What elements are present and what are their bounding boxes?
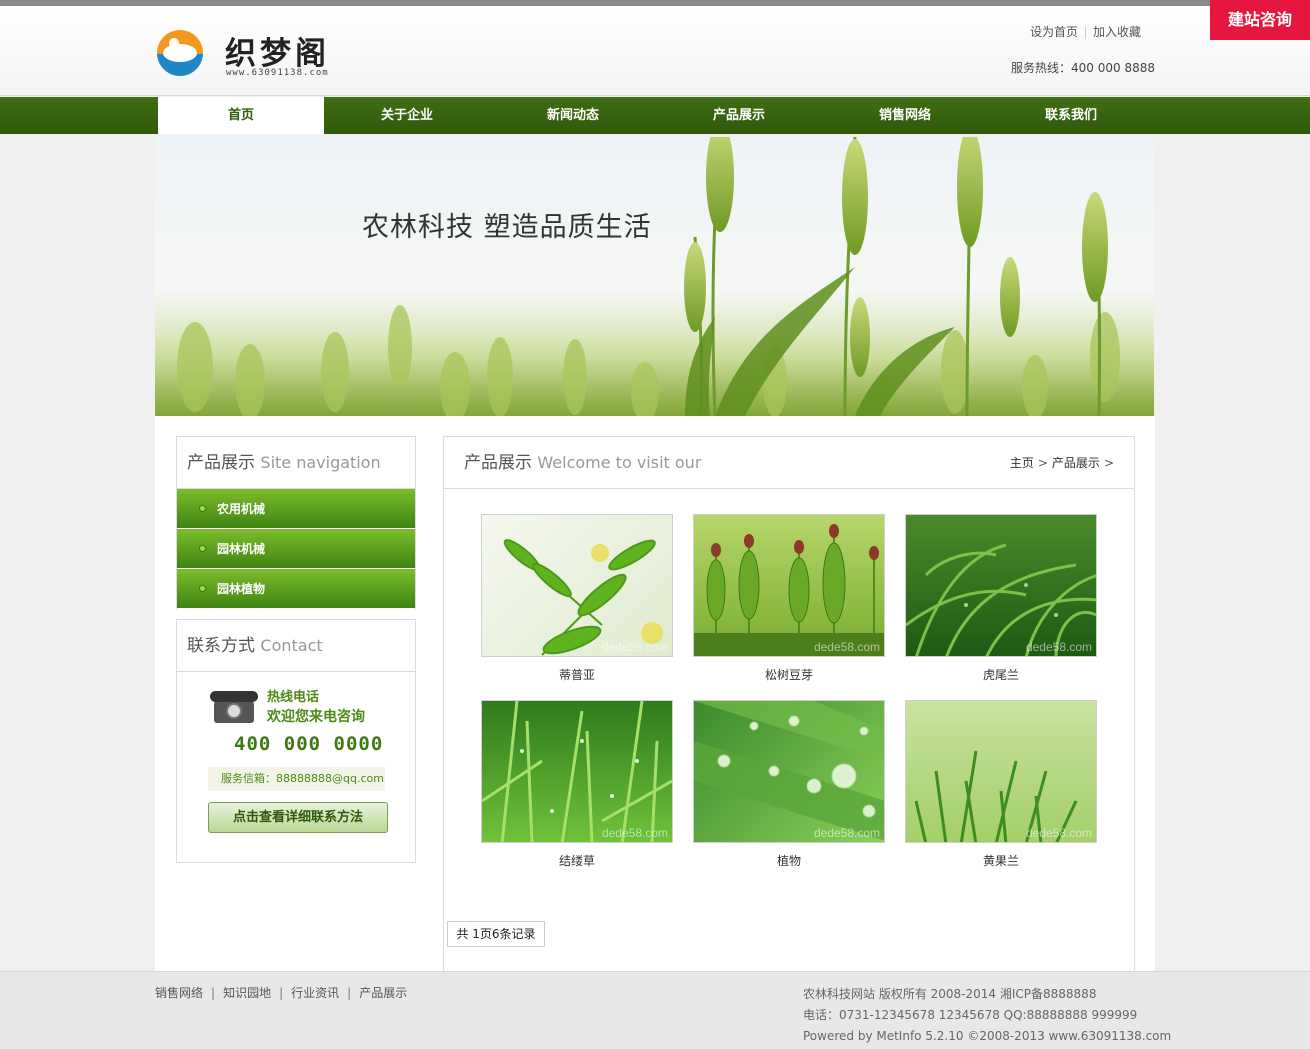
product-card: dede58.com 植物 bbox=[693, 700, 885, 869]
sidebar-item-label: 园林植物 bbox=[217, 582, 266, 596]
logo-emblem-icon bbox=[157, 30, 203, 76]
logo-title: 织梦阁 bbox=[225, 36, 330, 72]
footer-link-industry[interactable]: 行业资讯 bbox=[291, 986, 339, 1000]
top-links: 设为首页 加入收藏 bbox=[1030, 23, 1141, 40]
product-panel-title-cn: 产品展示 bbox=[464, 453, 532, 473]
sidebar-item-garden-plants[interactable]: 园林植物 bbox=[177, 569, 415, 609]
image-watermark: dede58.com bbox=[813, 640, 880, 654]
image-watermark: dede58.com bbox=[1025, 826, 1092, 840]
nav-item-home[interactable]: 首页 bbox=[158, 97, 324, 134]
breadcrumb-products-link[interactable]: 产品展示 bbox=[1052, 456, 1100, 470]
nav-item-news[interactable]: 新闻动态 bbox=[490, 97, 656, 134]
contact-title-cn: 联系方式 bbox=[187, 636, 255, 656]
footer-link-knowledge[interactable]: 知识园地 bbox=[223, 986, 271, 1000]
bullet-icon bbox=[199, 545, 206, 552]
product-nav-title-en: Site navigation bbox=[260, 453, 381, 472]
product-card: dede58.com 蒂普亚 bbox=[481, 514, 673, 683]
sidebar-item-label: 园林机械 bbox=[217, 542, 266, 556]
product-nav-title: 产品展示 Site navigation bbox=[177, 437, 415, 489]
breadcrumb-home-link[interactable]: 主页 bbox=[1010, 456, 1034, 470]
product-image[interactable]: dede58.com bbox=[905, 514, 1097, 657]
footer-link-sales[interactable]: 销售网络 bbox=[155, 986, 203, 1000]
image-watermark: dede58.com bbox=[601, 640, 668, 654]
hotline-number: 400 000 0000 bbox=[234, 733, 384, 755]
footer-link-products[interactable]: 产品展示 bbox=[359, 986, 407, 1000]
product-name[interactable]: 虎尾兰 bbox=[905, 666, 1097, 683]
image-watermark: dede58.com bbox=[1025, 640, 1092, 654]
product-image[interactable]: dede58.com bbox=[693, 700, 885, 843]
product-name[interactable]: 结缕草 bbox=[481, 852, 673, 869]
contact-details-button[interactable]: 点击查看详细联系方法 bbox=[208, 802, 388, 833]
product-card: dede58.com 松树豆芽 bbox=[693, 514, 885, 683]
site-header: 织梦阁 www.63091138.com 设为首页 加入收藏 服务热线：400 0… bbox=[0, 6, 1310, 96]
nav-item-products[interactable]: 产品展示 bbox=[656, 97, 822, 134]
footer-links: 销售网络 | 知识园地 | 行业资讯 | 产品展示 bbox=[155, 986, 408, 1000]
sidebar-item-label: 农用机械 bbox=[217, 502, 266, 516]
main-nav: 首页 关于企业 新闻动态 产品展示 销售网络 联系我们 bbox=[0, 97, 1310, 134]
hero-banner: 农林科技 塑造品质生活 bbox=[155, 137, 1154, 416]
product-nav-title-cn: 产品展示 bbox=[187, 453, 255, 473]
product-name[interactable]: 蒂普亚 bbox=[481, 666, 673, 683]
main-content-area: 产品展示 Site navigation 农用机械 园林机械 园林植物 联系方式… bbox=[155, 416, 1155, 971]
nav-item-about[interactable]: 关于企业 bbox=[324, 97, 490, 134]
footer-contact: 电话：0731-12345678 12345678 QQ:88888888 99… bbox=[803, 1008, 1138, 1022]
image-watermark: dede58.com bbox=[813, 826, 880, 840]
breadcrumb: 主页 > 产品展示 > bbox=[1009, 456, 1114, 470]
hotline-subtitle: 欢迎您来电咨询 bbox=[267, 709, 365, 725]
nav-item-sales[interactable]: 销售网络 bbox=[822, 97, 988, 134]
sidebar-item-farm-machinery[interactable]: 农用机械 bbox=[177, 489, 415, 529]
product-image[interactable]: dede58.com bbox=[481, 700, 673, 843]
telephone-icon bbox=[210, 689, 258, 725]
consult-button[interactable]: 建站咨询 bbox=[1210, 0, 1310, 40]
product-image[interactable]: dede58.com bbox=[481, 514, 673, 657]
product-image[interactable]: dede58.com bbox=[905, 700, 1097, 843]
product-card: dede58.com 虎尾兰 bbox=[905, 514, 1097, 683]
bullet-icon bbox=[199, 585, 206, 592]
product-panel: 产品展示 Welcome to visit our 主页 > 产品展示 > de… bbox=[443, 436, 1135, 971]
pagination-info: 共 1页6条记录 bbox=[447, 921, 545, 947]
footer-powered: Powered by MetInfo 5.2.10 ©2008-2013 www… bbox=[803, 1029, 1172, 1043]
footer-info: 农林科技网站 版权所有 2008-2014 湘ICP备8888888 电话：07… bbox=[803, 984, 1171, 1047]
contact-title-en: Contact bbox=[260, 636, 323, 655]
sidebar-item-garden-machinery[interactable]: 园林机械 bbox=[177, 529, 415, 569]
site-logo[interactable]: 织梦阁 www.63091138.com bbox=[157, 28, 357, 84]
set-home-link[interactable]: 设为首页 bbox=[1030, 25, 1078, 39]
product-name[interactable]: 黄果兰 bbox=[905, 852, 1097, 869]
contact-title: 联系方式 Contact bbox=[177, 620, 415, 672]
product-nav-panel: 产品展示 Site navigation 农用机械 园林机械 园林植物 bbox=[176, 436, 416, 609]
wheat-field-image bbox=[155, 137, 1154, 416]
link-divider bbox=[1085, 26, 1087, 39]
footer-copyright: 农林科技网站 版权所有 2008-2014 湘ICP备8888888 bbox=[803, 987, 1097, 1001]
nav-item-contact[interactable]: 联系我们 bbox=[988, 97, 1154, 134]
hotline-label: 热线电话 bbox=[267, 690, 320, 705]
product-card: dede58.com 黄果兰 bbox=[905, 700, 1097, 869]
product-image[interactable]: dede58.com bbox=[693, 514, 885, 657]
service-email: 服务信箱：88888888@qq.com bbox=[208, 767, 385, 791]
product-card: dede58.com 结缕草 bbox=[481, 700, 673, 869]
image-watermark: dede58.com bbox=[601, 826, 668, 840]
product-panel-title-en: Welcome to visit our bbox=[537, 453, 702, 472]
add-favorite-link[interactable]: 加入收藏 bbox=[1093, 25, 1141, 39]
product-name[interactable]: 松树豆芽 bbox=[693, 666, 885, 683]
bullet-icon bbox=[199, 505, 206, 512]
header-hotline: 服务热线：400 000 8888 bbox=[1011, 61, 1155, 75]
logo-subtitle: www.63091138.com bbox=[226, 68, 329, 78]
product-name[interactable]: 植物 bbox=[693, 852, 885, 869]
banner-slogan: 农林科技 塑造品质生活 bbox=[362, 212, 652, 243]
site-footer: 销售网络 | 知识园地 | 行业资讯 | 产品展示 农林科技网站 版权所有 2008-201… bbox=[0, 971, 1310, 1049]
contact-panel: 联系方式 Contact 热线电话 欢迎您来电咨询 400 000 0000 服… bbox=[176, 619, 416, 863]
